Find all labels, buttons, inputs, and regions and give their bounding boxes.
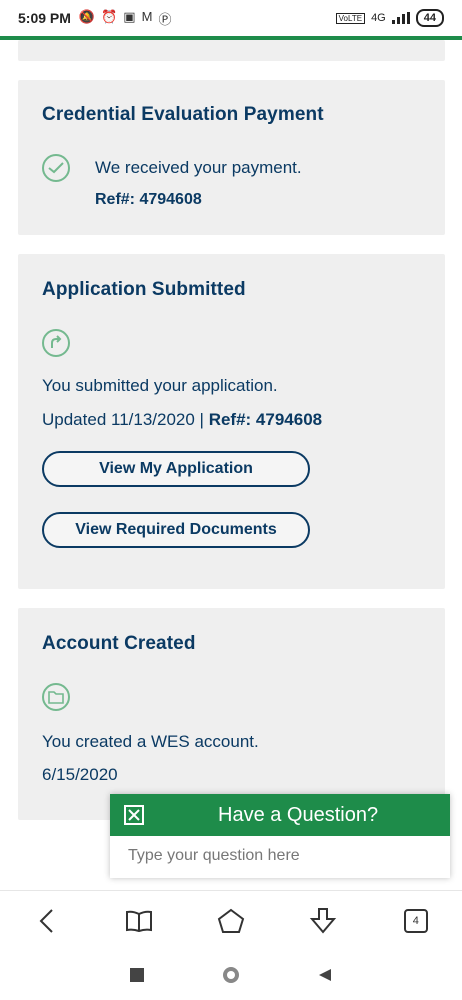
account-message: You created a WES account. [42, 732, 259, 751]
bookmarks-button[interactable] [119, 901, 159, 941]
status-bar-left: 5:09 PM 🔕 ⏰ ▣ M Ⓟ [18, 9, 171, 28]
payment-message: We received your payment. [95, 158, 302, 177]
account-card: Account Created You created a WES accoun… [18, 608, 445, 820]
system-nav-bar [0, 950, 462, 1000]
system-home-button[interactable] [216, 960, 246, 990]
application-updated-line: Updated 11/13/2020 | Ref#: 4794608 [42, 410, 322, 430]
browser-bottom-nav: 4 [0, 890, 462, 951]
application-title: Application Submitted [42, 279, 246, 300]
chat-question-input[interactable] [126, 846, 430, 866]
home-button[interactable] [211, 901, 251, 941]
payment-title: Credential Evaluation Payment [42, 104, 324, 125]
alarm-icon: ⏰ [101, 8, 118, 24]
chat-widget: Have a Question? [110, 794, 450, 878]
triangle-back-icon [319, 969, 331, 981]
download-icon [310, 908, 337, 934]
checkmark-icon [42, 154, 70, 182]
view-my-application-button[interactable]: View My Application [42, 451, 310, 487]
status-time: 5:09 PM [18, 10, 71, 26]
folder-icon [42, 683, 70, 711]
payment-card: Credential Evaluation Payment We receive… [18, 80, 445, 235]
tabs-button[interactable]: 4 [396, 901, 436, 941]
volte-icon: VoLTE [335, 12, 366, 24]
assistant-circle-icon [223, 967, 239, 983]
book-icon [125, 910, 152, 932]
account-date: 6/15/2020 [42, 765, 118, 784]
home-icon [217, 908, 245, 933]
mute-icon: 🔕 [78, 8, 96, 24]
status-bar: 5:09 PM 🔕 ⏰ ▣ M Ⓟ VoLTE 4G 44 [0, 0, 462, 36]
back-button[interactable] [26, 901, 66, 941]
application-ref: Ref#: 4794608 [208, 410, 323, 429]
gmail-icon: M [141, 8, 153, 24]
recents-button[interactable] [122, 960, 152, 990]
view-required-documents-button[interactable]: View Required Documents [42, 512, 310, 548]
status-notification-icons: 🔕 ⏰ ▣ M Ⓟ [79, 9, 172, 28]
chat-close-icon[interactable] [124, 805, 144, 825]
chat-title: Have a Question? [218, 804, 379, 826]
app-icon: ▣ [123, 8, 136, 24]
chat-header[interactable]: Have a Question? [110, 794, 450, 836]
signal-icon [391, 12, 410, 24]
account-title: Account Created [42, 633, 196, 654]
forward-arrow-icon [42, 329, 70, 357]
battery-indicator: 44 [415, 9, 444, 27]
payment-ref: Ref#: 4794608 [95, 191, 202, 208]
tab-count: 4 [403, 909, 428, 933]
download-button[interactable] [303, 901, 343, 941]
application-card: Application Submitted You submitted your… [18, 254, 445, 589]
network-label: 4G [371, 12, 386, 24]
pinterest-icon: Ⓟ [158, 11, 172, 27]
square-icon [130, 968, 144, 982]
application-updated: Updated 11/13/2020 | [42, 410, 204, 429]
application-message: You submitted your application. [42, 376, 278, 395]
status-bar-right: VoLTE 4G 44 [335, 9, 444, 27]
previous-card [18, 40, 445, 61]
back-icon [39, 909, 53, 933]
system-back-button[interactable] [310, 960, 340, 990]
